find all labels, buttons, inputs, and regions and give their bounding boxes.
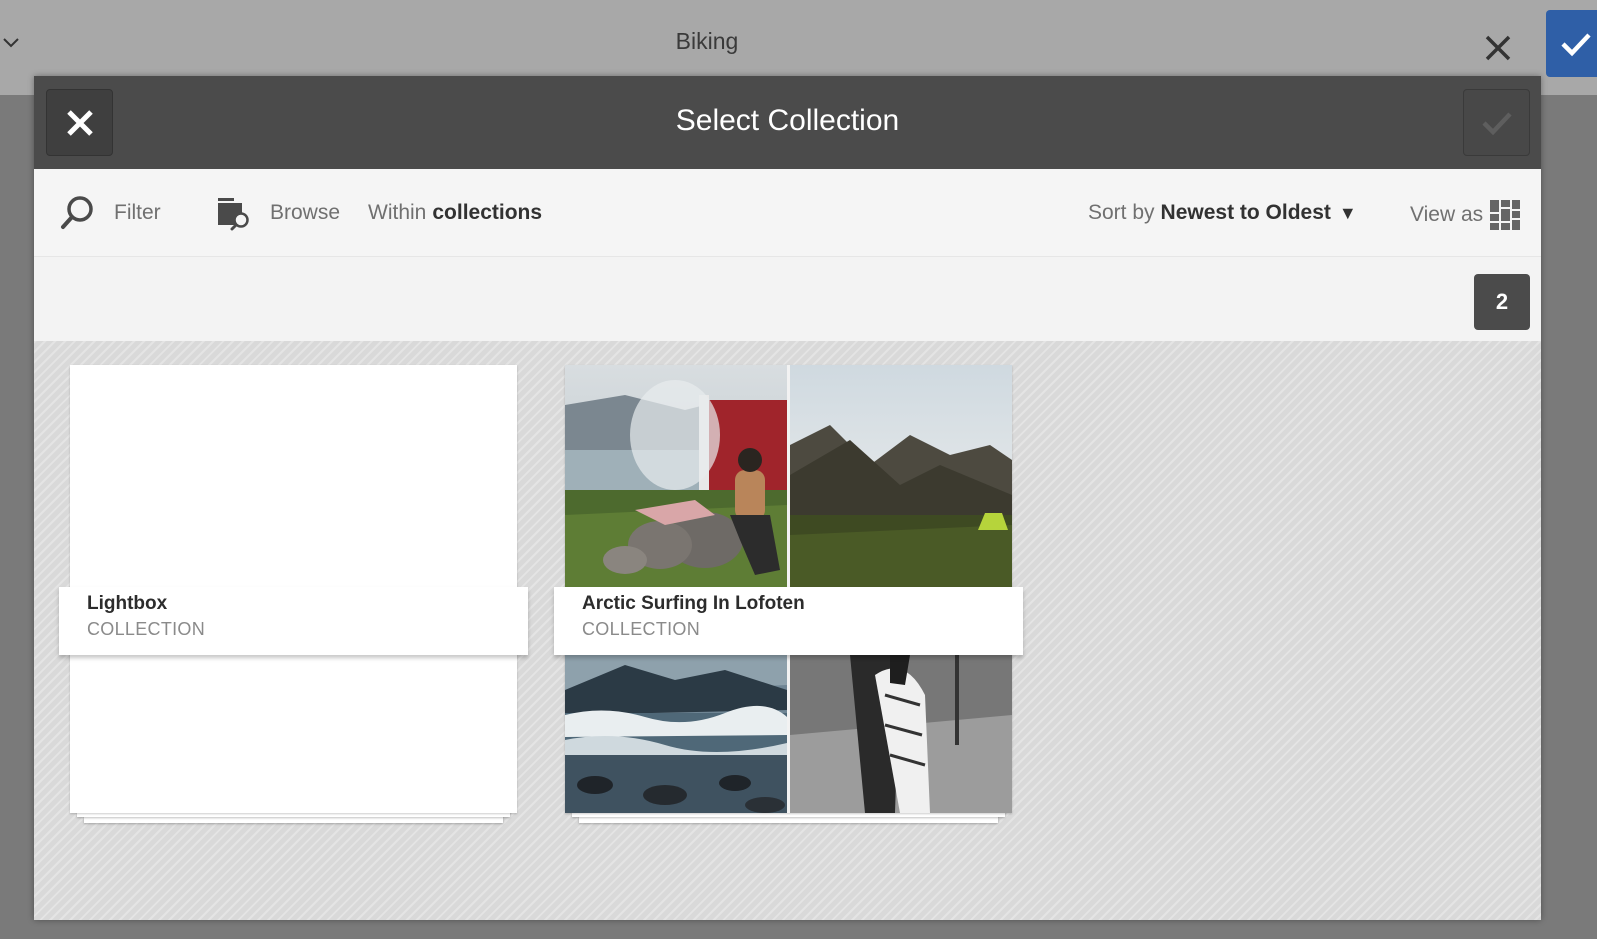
- result-count-bar: 2: [34, 257, 1541, 341]
- photo-surfboard-image: [790, 655, 1012, 813]
- collection-grid: Lightbox COLLECTION Arctic Surfing In Lo…: [34, 341, 1541, 920]
- photo-campfire-image: [565, 365, 787, 587]
- checkmark-icon: [1561, 32, 1591, 56]
- photo-mountains-image: [790, 365, 1012, 587]
- card-view-icon: [1490, 200, 1521, 230]
- view-as-label: View as: [1410, 203, 1484, 226]
- collection-card-arctic-surfing[interactable]: Arctic Surfing In Lofoten COLLECTION: [554, 365, 1023, 825]
- card-title: Lightbox: [87, 593, 168, 614]
- dialog-toolbar: Filter Browse Within collections Sort by…: [34, 169, 1541, 257]
- select-collection-dialog: Select Collection Filter Browse Within c…: [34, 76, 1541, 920]
- sort-value: Newest to Oldest: [1160, 201, 1331, 224]
- photo-sea-image: [565, 655, 787, 813]
- result-count-badge: 2: [1474, 274, 1530, 330]
- within-scope: Within collections: [368, 193, 542, 233]
- sort-dropdown[interactable]: Sort by Newest to Oldest ▼: [1088, 193, 1357, 233]
- caret-down-icon: ▼: [1338, 202, 1357, 223]
- card-type: COLLECTION: [582, 619, 701, 639]
- filter-label: Filter: [114, 201, 161, 224]
- card-type: COLLECTION: [87, 619, 206, 639]
- background-title: Biking: [675, 28, 739, 54]
- within-prefix: Within: [368, 201, 427, 224]
- dialog-confirm-button[interactable]: [1463, 89, 1530, 156]
- within-value: collections: [432, 201, 543, 224]
- dialog-header: Select Collection: [34, 76, 1541, 169]
- checkmark-icon: [1481, 111, 1512, 135]
- view-as-button[interactable]: View as: [1410, 195, 1521, 235]
- folder-search-icon: [218, 198, 249, 231]
- card-title: Arctic Surfing In Lofoten: [582, 593, 805, 614]
- browse-label: Browse: [270, 201, 341, 224]
- search-icon: [61, 196, 93, 229]
- card-label: Arctic Surfing In Lofoten COLLECTION: [554, 587, 1023, 655]
- collection-card-lightbox[interactable]: Lightbox COLLECTION: [59, 365, 528, 825]
- dialog-title: Select Collection: [675, 104, 900, 137]
- background-close-icon[interactable]: [1480, 30, 1516, 66]
- filter-button[interactable]: Filter: [60, 193, 161, 233]
- background-confirm-button[interactable]: [1546, 10, 1597, 77]
- sort-prefix: Sort by: [1088, 201, 1155, 224]
- card-label: Lightbox COLLECTION: [59, 587, 528, 655]
- browse-button[interactable]: Browse: [216, 193, 340, 233]
